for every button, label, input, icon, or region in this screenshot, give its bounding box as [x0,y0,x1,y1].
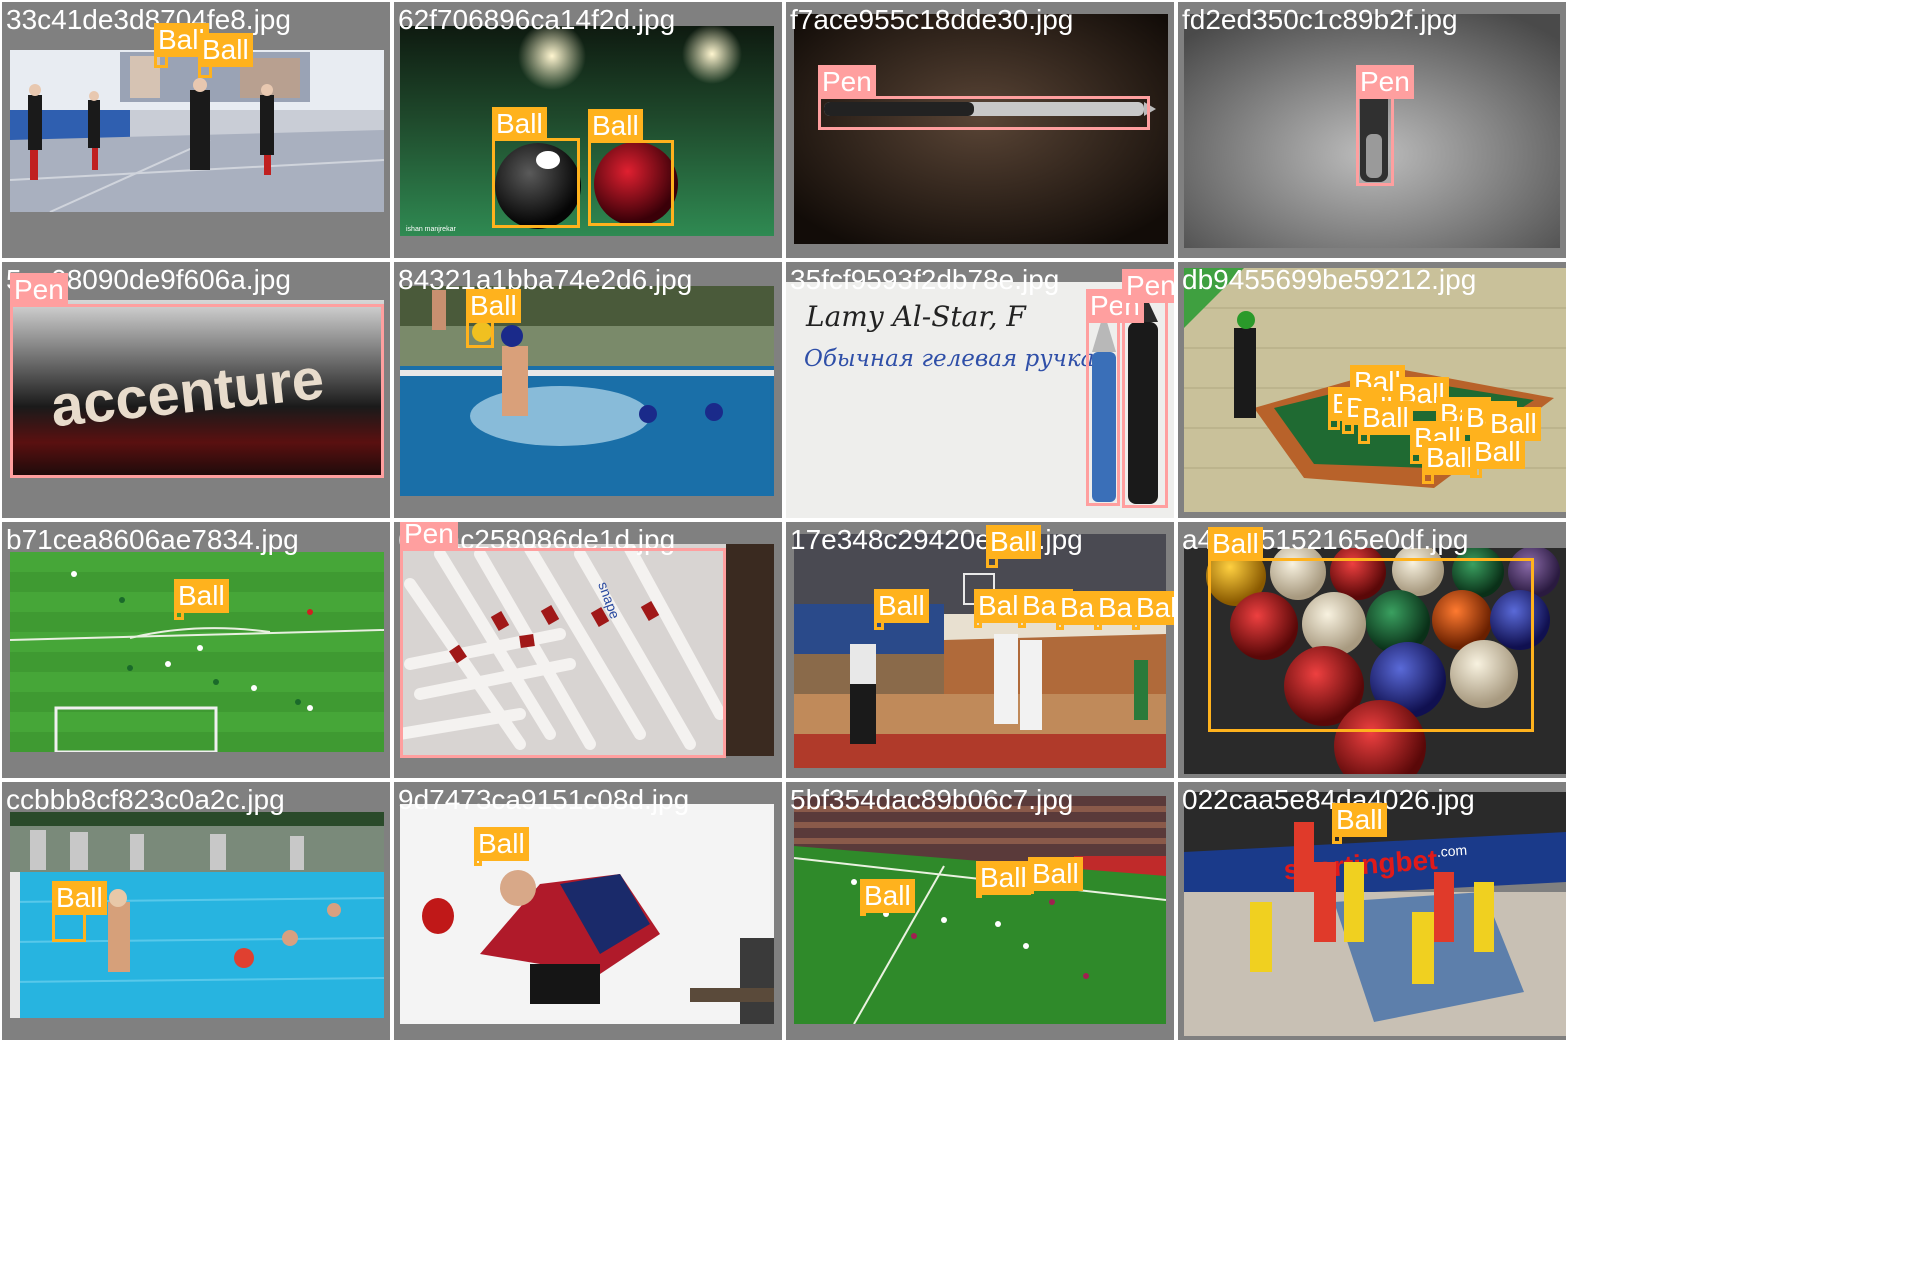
pen-label: Pen [1122,269,1174,303]
pen-box: Pen [1086,289,1144,506]
tile-7: Lamy Al-Star, F Обычная гелевая ручка 35… [786,262,1174,518]
handwriting-line1: Lamy Al-Star, F [805,300,1027,333]
ball-box: Ball [198,33,253,78]
pen-box: Pen [818,65,1150,130]
tile-2: ishan manjrekar 62f706896ca14f2d.jpg Bal… [394,2,782,258]
pen-label: Pen [818,65,876,99]
ball-box: Ball [1328,387,1383,430]
ball-box: Ball [986,525,1041,568]
pen-box: Pen [1356,65,1414,186]
pen-box: Pen [400,522,726,758]
ball-label: Ball [198,33,253,67]
ball-label: Ball [986,525,1041,559]
sponsor-domain: .com [1436,842,1467,860]
filename: db9455699be59212.jpg [1182,264,1477,295]
pen-label: Pen [1356,65,1414,99]
pen-box: Pen [1122,269,1174,508]
ball-label: Ball [466,289,521,323]
filename: b71cea8606ae7834.jpg [6,524,299,555]
filename: 022caa5e84da4026.jpg [1182,784,1475,815]
photo-waterpolo-pool [400,286,774,496]
filename: 62f706896ca14f2d.jpg [398,4,676,35]
tile-14: 9d7473ca9151c08d.jpg Ball [394,782,782,1040]
filename: 35fcf9593f2db78e.jpg [790,264,1060,295]
image-grid: 33c41de3d8704fe8.jpg Ball Ball ishan man… [0,0,1920,1280]
ball-label: Ball [860,879,915,913]
filename: fd2ed350c1c89b2f.jpg [1182,4,1458,35]
ball-box: Ball [1132,591,1174,630]
tile-10: snape 6??ac258086de1d.jpg Pen [394,522,782,778]
ball-box: Ball [974,589,1029,628]
ball-label: Ball [1422,441,1477,475]
ball-box: Ball [1018,589,1073,628]
tile-13: ccbbb8cf823c0a2c.jpg Ball [2,782,390,1040]
tile-16: sportingbet .com 022caa5e84da4026.jpg Ba… [1178,782,1566,1040]
photo-billiard-closeup: ishan manjrekar [400,26,774,236]
ball-label: Ball [1132,591,1174,625]
ball-label: Ball [174,579,229,613]
ball-box: Ball [174,579,229,620]
pen-label: Pen [10,273,68,307]
photo-table-tennis [400,804,774,1024]
ball-box: Ball [1332,803,1387,844]
ball-label: Ball [1358,401,1413,435]
tile-8: db9455699be59212.jpg Ball Ball Ball Ball… [1178,262,1566,518]
tile-5: accenture 5ec08090de9f606a.jpg Pen [2,262,390,518]
ball-label: Ball [474,827,529,861]
ball-label: Ball [492,107,547,141]
ball-box: Ball [466,289,521,348]
filename: f7ace955c18dde30.jpg [790,4,1074,35]
tile-15: 5bf354dac89b06c7.jpg Ball Ball Ball [786,782,1174,1040]
ball-box: Ball [52,881,107,942]
filename: 84321a1bba74e2d6.jpg [398,264,693,295]
pen-label: Pen [400,522,458,551]
ball-label: Ball [1208,527,1263,561]
handwriting-line2: Обычная гелевая ручка [804,346,1094,372]
tile-6: 84321a1bba74e2d6.jpg Ball [394,262,782,518]
photo-credit: ishan manjrekar [406,226,456,233]
photo-volleyball [10,50,384,212]
ball-box: Ball [1208,527,1534,732]
filename: 5bf354dac89b06c7.jpg [790,784,1074,815]
photo-football-stadium [794,796,1166,1024]
tile-9: b71cea8606ae7834.jpg Ball [2,522,390,778]
filename: 9d7473ca9151c08d.jpg [398,784,690,815]
ball-box: Ball [1342,391,1397,434]
ball-label: Ball [52,881,107,915]
pen-box: Pen [10,273,384,478]
filename: 33c41de3d8704fe8.jpg [6,4,291,35]
tile-3: f7ace955c18dde30.jpg Pen [786,2,1174,258]
ball-box: Ball [1358,401,1413,444]
ball-box: Ball [1094,591,1149,630]
ball-box: Ball [492,107,580,228]
ball-box: Ball [874,589,929,630]
filename: ccbbb8cf823c0a2c.jpg [6,784,285,815]
ball-label: Ball [1470,435,1525,469]
ball-box: Ball [976,861,1031,898]
ball-label: Ball [1332,803,1387,837]
ball-box: Ball [860,879,915,916]
tile-4: fd2ed350c1c89b2f.jpg Pen [1178,2,1566,258]
ball-box: Ball [154,23,209,68]
ball-box: Ball [1410,421,1465,464]
ball-box: Ball [1056,591,1111,630]
tile-12: a4??75152165e0df.jpg Ball [1178,522,1566,778]
tile-1: 33c41de3d8704fe8.jpg Ball Ball [2,2,390,258]
ball-box: Ball [1470,435,1525,478]
ball-box: Ball [474,827,529,866]
photo-basketball-hall [794,534,1166,768]
ball-label: Ball [874,589,929,623]
ball-box: Ball [588,109,674,226]
ball-label: Ball [1028,857,1083,891]
ball-box: Ball [1028,857,1083,894]
tile-11: 17e348c29420e6??.jpg Ball Ball Ball Ball… [786,522,1174,778]
ball-label: Ball [588,109,643,143]
ball-label: Ball [976,861,1031,895]
ball-box: Ball [1422,441,1477,484]
